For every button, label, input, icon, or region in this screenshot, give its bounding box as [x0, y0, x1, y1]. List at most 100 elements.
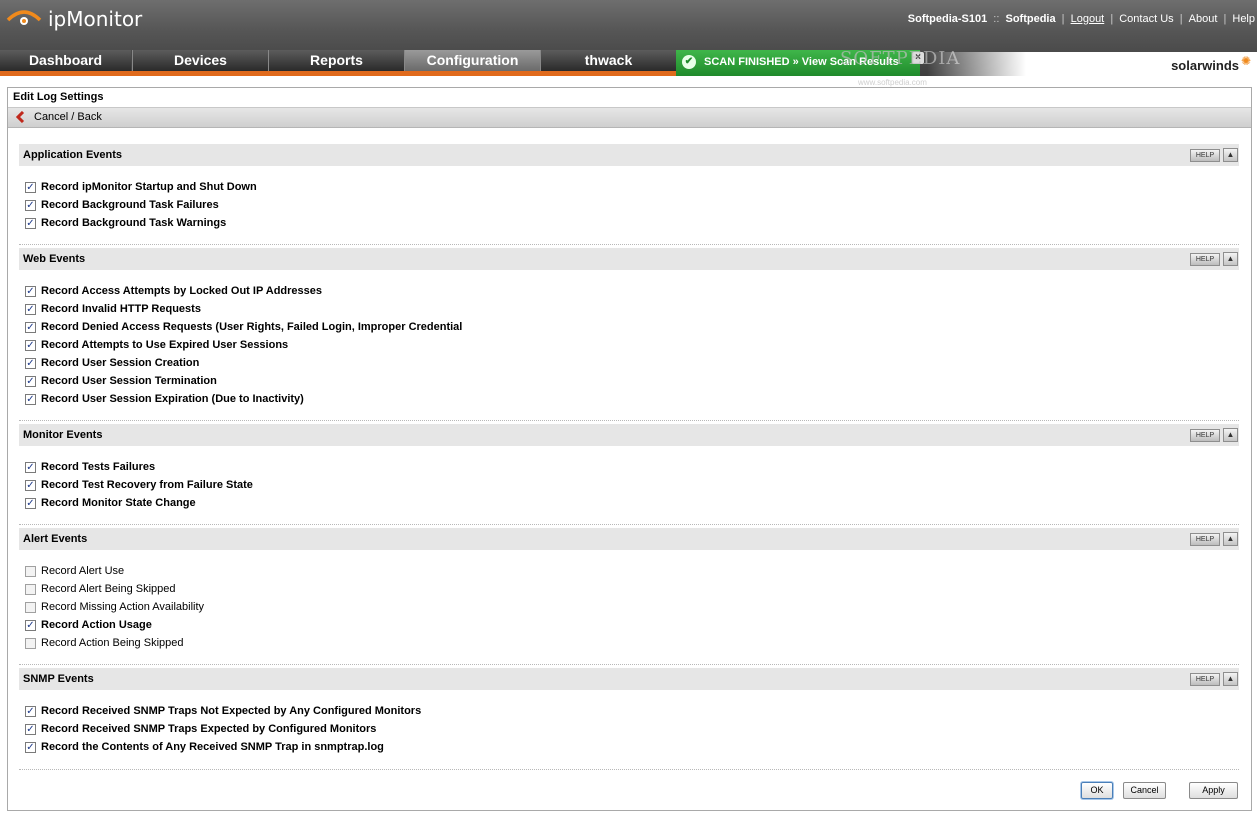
checkbox[interactable]: ✓ [25, 741, 36, 753]
tab-dashboard[interactable]: Dashboard [0, 50, 131, 71]
list-item: ✓ Record Background Task Failures [25, 197, 219, 213]
section-header: Application Events HELP ▲ [19, 144, 1239, 166]
checkbox[interactable] [25, 565, 36, 577]
checkbox-label: Record Action Usage [41, 619, 152, 631]
section-title: Web Events [23, 253, 86, 265]
checkbox[interactable]: ✓ [25, 285, 36, 297]
checkbox[interactable]: ✓ [25, 375, 36, 387]
list-item: ✓ Record Denied Access Requests (User Rig… [25, 319, 462, 335]
checkbox[interactable]: ✓ [25, 479, 36, 491]
contact-us-link[interactable]: Contact Us [1119, 13, 1173, 25]
checkbox[interactable] [25, 601, 36, 613]
help-button[interactable]: HELP [1190, 533, 1220, 546]
list-item: Record Alert Use [25, 563, 124, 579]
flare-icon: ✺ [1241, 54, 1252, 68]
list-item: ✓ Record Received SNMP Traps Expected by … [25, 721, 376, 737]
page-title: Edit Log Settings [13, 91, 104, 103]
checkbox[interactable]: ✓ [25, 321, 36, 333]
checkbox[interactable]: ✓ [25, 619, 36, 631]
section-header: SNMP Events HELP ▲ [19, 668, 1239, 690]
checkbox[interactable]: ✓ [25, 705, 36, 717]
checkbox-label: Record the Contents of Any Received SNMP… [41, 741, 384, 753]
chevron-up-icon[interactable]: ▲ [1223, 252, 1238, 266]
cancel-back-link[interactable]: Cancel / Back [34, 111, 102, 123]
chevron-up-icon[interactable]: ▲ [1223, 672, 1238, 686]
checkbox-label: Record Attempts to Use Expired User Sess… [41, 339, 289, 351]
section-divider [19, 244, 1239, 245]
list-item: Record Action Being Skipped [25, 635, 183, 651]
ok-button[interactable]: OK [1081, 782, 1113, 799]
help-button[interactable]: HELP [1190, 673, 1220, 686]
section-title: SNMP Events [23, 673, 94, 685]
checkbox[interactable]: ✓ [25, 181, 36, 193]
section-header: Web Events HELP ▲ [19, 248, 1239, 270]
help-button[interactable]: HELP [1190, 253, 1220, 266]
checkbox[interactable] [25, 583, 36, 595]
section-divider [19, 420, 1239, 421]
checkbox-label: Record Test Recovery from Failure State [41, 479, 253, 491]
chevron-up-icon[interactable]: ▲ [1223, 148, 1238, 162]
tab-thwack[interactable]: thwack [540, 50, 676, 71]
checkbox-label: Record User Session Termination [41, 375, 217, 387]
checkbox[interactable]: ✓ [25, 339, 36, 351]
eye-logo-icon [6, 10, 42, 25]
about-link[interactable]: About [1189, 13, 1218, 25]
user-host: Softpedia-S101 [907, 13, 988, 25]
list-item: ✓ Record Background Task Warnings [25, 215, 226, 231]
checkbox-label: Record User Session Expiration (Due to I… [41, 393, 304, 405]
edit-log-settings-panel: Edit Log Settings Cancel / Back Applicat… [7, 87, 1252, 811]
list-item: Record Missing Action Availability [25, 599, 204, 615]
help-button[interactable]: HELP [1190, 429, 1220, 442]
help-button[interactable]: HELP [1190, 149, 1220, 162]
section-divider [19, 769, 1239, 770]
checkbox[interactable]: ✓ [25, 217, 36, 229]
checkbox[interactable]: ✓ [25, 357, 36, 369]
help-link[interactable]: Help [1232, 13, 1255, 25]
checkbox[interactable]: ✓ [25, 723, 36, 735]
checkbox-label: Record Monitor State Change [41, 497, 196, 509]
checkbox-label: Record Alert Use [41, 565, 125, 577]
host-separator: :: [993, 13, 1000, 25]
checkbox-label: Record User Session Creation [41, 357, 200, 369]
chevron-up-icon[interactable]: ▲ [1223, 532, 1238, 546]
account-name: Softpedia [1005, 13, 1056, 25]
checkbox-label: Record Invalid HTTP Requests [41, 303, 201, 315]
section-header: Alert Events HELP ▲ [19, 528, 1239, 550]
link-divider: | [1061, 13, 1065, 25]
apply-button[interactable]: Apply [1189, 782, 1238, 799]
list-item: ✓ Record Tests Failures [25, 459, 155, 475]
section-divider [19, 664, 1239, 665]
checkbox[interactable] [25, 637, 36, 649]
checkbox-label: Record Missing Action Availability [41, 601, 205, 613]
checkbox[interactable]: ✓ [25, 303, 36, 315]
checkbox[interactable]: ✓ [25, 461, 36, 473]
checkbox-label: Record Access Attempts by Locked Out IP … [41, 285, 322, 297]
section-application-events: Application Events HELP ▲ ✓ Record ipMoni… [19, 144, 1239, 244]
section-title: Application Events [23, 149, 123, 161]
list-item: ✓ Record Invalid HTTP Requests [25, 301, 201, 317]
checkbox-label: Record ipMonitor Startup and Shut Down [41, 181, 257, 193]
nav-accent-bar [0, 71, 676, 76]
section-monitor-events: Monitor Events HELP ▲ ✓ Record Tests Fail… [19, 424, 1239, 524]
checkbox-label: Record Tests Failures [41, 461, 156, 473]
tab-devices[interactable]: Devices [132, 50, 268, 71]
logout-link[interactable]: Logout [1071, 13, 1105, 25]
tab-configuration[interactable]: Configuration [404, 50, 540, 71]
checkbox[interactable]: ✓ [25, 199, 36, 211]
checkbox[interactable]: ✓ [25, 497, 36, 509]
cancel-button[interactable]: Cancel [1123, 782, 1166, 799]
section-divider [19, 524, 1239, 525]
list-item: ✓ Record User Session Creation [25, 355, 199, 371]
checkbox-label: Record Action Being Skipped [41, 637, 184, 649]
list-item: ✓ Record User Session Expiration (Due to … [25, 391, 304, 407]
back-arrow-icon[interactable] [15, 111, 25, 123]
checkbox-label: Record Background Task Failures [41, 199, 219, 211]
app-logo[interactable]: ipMonitor [6, 6, 142, 32]
watermark-url: www.softpedia.com [858, 78, 927, 87]
list-item: ✓ Record the Contents of Any Received SNM… [25, 739, 384, 755]
list-item: ✓ Record Attempts to Use Expired User Ses… [25, 337, 288, 353]
tab-reports[interactable]: Reports [268, 50, 404, 71]
section-title: Monitor Events [23, 429, 103, 441]
chevron-up-icon[interactable]: ▲ [1223, 428, 1238, 442]
checkbox[interactable]: ✓ [25, 393, 36, 405]
